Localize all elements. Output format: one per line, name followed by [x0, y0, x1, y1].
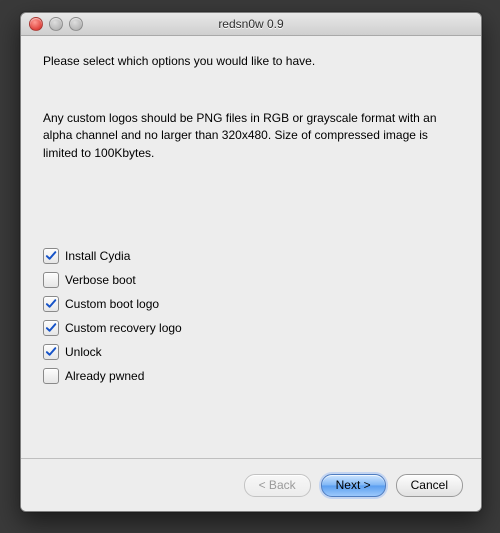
checkbox[interactable]: [43, 320, 59, 336]
close-icon[interactable]: [29, 17, 43, 31]
option-row[interactable]: Already pwned: [43, 364, 459, 388]
option-label: Unlock: [65, 345, 102, 359]
option-row[interactable]: Custom boot logo: [43, 292, 459, 316]
cancel-button[interactable]: Cancel: [396, 474, 463, 497]
window-controls: [29, 17, 83, 31]
option-label: Install Cydia: [65, 249, 130, 263]
option-row[interactable]: Verbose boot: [43, 268, 459, 292]
content-area: Please select which options you would li…: [21, 36, 481, 388]
options-list: Install Cydia Verbose boot Custom boot log…: [43, 244, 459, 388]
option-label: Already pwned: [65, 369, 144, 383]
checkbox[interactable]: [43, 296, 59, 312]
page-heading: Please select which options you would li…: [43, 54, 459, 68]
app-window: redsn0w 0.9 Please select which options …: [20, 12, 482, 512]
instructions-text: Any custom logos should be PNG files in …: [43, 110, 459, 162]
zoom-icon[interactable]: [69, 17, 83, 31]
next-button[interactable]: Next >: [321, 474, 386, 497]
option-label: Custom boot logo: [65, 297, 159, 311]
checkbox[interactable]: [43, 344, 59, 360]
footer: < Back Next > Cancel: [21, 458, 481, 511]
option-label: Verbose boot: [65, 273, 136, 287]
option-row[interactable]: Install Cydia: [43, 244, 459, 268]
option-row[interactable]: Unlock: [43, 340, 459, 364]
minimize-icon[interactable]: [49, 17, 63, 31]
option-label: Custom recovery logo: [65, 321, 182, 335]
checkbox[interactable]: [43, 272, 59, 288]
window-title: redsn0w 0.9: [218, 17, 283, 31]
option-row[interactable]: Custom recovery logo: [43, 316, 459, 340]
back-button: < Back: [244, 474, 311, 497]
checkbox[interactable]: [43, 368, 59, 384]
checkbox[interactable]: [43, 248, 59, 264]
titlebar: redsn0w 0.9: [21, 13, 481, 36]
